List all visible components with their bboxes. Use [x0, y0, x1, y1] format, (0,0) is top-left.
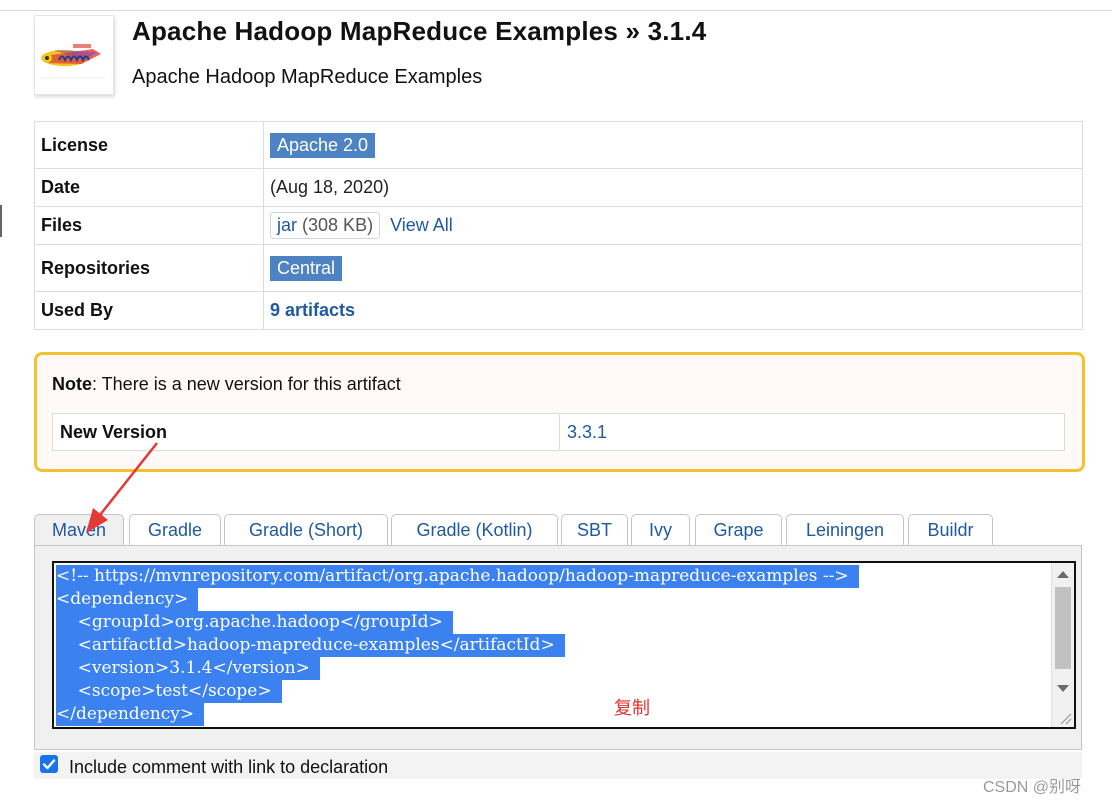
- top-divider: [0, 10, 1112, 11]
- include-comment-checkbox[interactable]: [40, 755, 58, 773]
- scroll-down-arrow-icon[interactable]: [1057, 685, 1069, 692]
- dependency-code-textarea[interactable]: <!-- https://mvnrepository.com/artifact/…: [52, 561, 1076, 729]
- tab-gradle-short[interactable]: Gradle (Short): [224, 514, 388, 545]
- tab-sbt[interactable]: SBT: [561, 514, 628, 545]
- resize-grip-icon[interactable]: [1058, 711, 1072, 725]
- tab-maven[interactable]: Maven: [34, 514, 124, 546]
- checkmark-icon: [42, 759, 56, 770]
- new-version-label: New Version: [52, 413, 560, 451]
- tab-grape[interactable]: Grape: [695, 514, 782, 545]
- used-by-link[interactable]: 9 artifacts: [270, 300, 355, 320]
- row-license: License Apache 2.0: [34, 121, 1083, 169]
- view-all-link[interactable]: View All: [390, 215, 453, 235]
- new-version-table: New Version 3.3.1: [52, 413, 1065, 451]
- new-version-note: Note: There is a new version for this ar…: [34, 352, 1085, 472]
- hadoop-logo-icon: [41, 44, 105, 79]
- jar-size: (308 KB): [302, 215, 374, 235]
- row-repositories: Repositories Central: [34, 244, 1083, 292]
- license-label: License: [34, 121, 264, 169]
- license-cell: Apache 2.0: [263, 121, 1083, 169]
- row-files: Files jar (308 KB) View All: [34, 206, 1083, 245]
- watermark: CSDN @别呀: [983, 779, 1082, 796]
- code-line: <groupId>org.apache.hadoop</groupId>: [56, 611, 453, 634]
- include-comment-row: Include comment with link to declaration: [34, 752, 1082, 779]
- artifact-logo: [34, 15, 114, 95]
- code-line: <dependency>: [56, 588, 199, 611]
- scroll-up-arrow-icon[interactable]: [1057, 571, 1069, 578]
- files-label: Files: [34, 206, 264, 245]
- note-text: Note: There is a new version for this ar…: [52, 374, 401, 395]
- new-version-cell: 3.3.1: [559, 413, 1065, 451]
- note-message: : There is a new version for this artifa…: [92, 374, 401, 394]
- code-line: </dependency>: [56, 703, 205, 726]
- tab-ivy[interactable]: Ivy: [631, 514, 690, 545]
- code-line: <artifactId>hadoop-mapreduce-examples</a…: [56, 634, 565, 657]
- license-badge[interactable]: Apache 2.0: [270, 132, 376, 158]
- tab-leiningen[interactable]: Leiningen: [786, 514, 904, 545]
- repositories-label: Repositories: [34, 244, 264, 292]
- tab-gradle-kotlin[interactable]: Gradle (Kotlin): [391, 514, 558, 545]
- copy-annotation: 复制: [614, 698, 650, 718]
- repositories-cell: Central: [263, 244, 1083, 292]
- code-line: <scope>test</scope>: [56, 680, 282, 703]
- central-badge[interactable]: Central: [270, 255, 343, 281]
- note-prefix: Note: [52, 374, 92, 394]
- include-comment-label[interactable]: Include comment with link to declaration: [69, 757, 388, 778]
- code-scrollbar[interactable]: [1051, 563, 1074, 727]
- artifact-info-table: License Apache 2.0 Date (Aug 18, 2020) F…: [34, 121, 1083, 330]
- page-title: Apache Hadoop MapReduce Examples » 3.1.4: [132, 16, 707, 46]
- scroll-thumb[interactable]: [1055, 587, 1071, 669]
- row-date: Date (Aug 18, 2020): [34, 168, 1083, 207]
- code-line: <version>3.1.4</version>: [56, 657, 320, 680]
- date-value: (Aug 18, 2020): [263, 168, 1083, 207]
- new-version-link[interactable]: 3.3.1: [567, 422, 607, 442]
- left-edge-mark: [0, 205, 2, 237]
- jar-link[interactable]: jar: [277, 215, 297, 235]
- used-by-label: Used By: [34, 291, 264, 330]
- tab-buildr[interactable]: Buildr: [908, 514, 993, 545]
- used-by-cell: 9 artifacts: [263, 291, 1083, 330]
- row-new-version: New Version 3.3.1: [52, 413, 1065, 451]
- code-line: <!-- https://mvnrepository.com/artifact/…: [56, 565, 859, 588]
- files-cell: jar (308 KB) View All: [263, 206, 1083, 245]
- page-subtitle: Apache Hadoop MapReduce Examples: [132, 66, 483, 88]
- row-used-by: Used By 9 artifacts: [34, 291, 1083, 330]
- tab-gradle[interactable]: Gradle: [129, 514, 221, 545]
- jar-download-button[interactable]: jar (308 KB): [270, 212, 381, 239]
- date-label: Date: [34, 168, 264, 207]
